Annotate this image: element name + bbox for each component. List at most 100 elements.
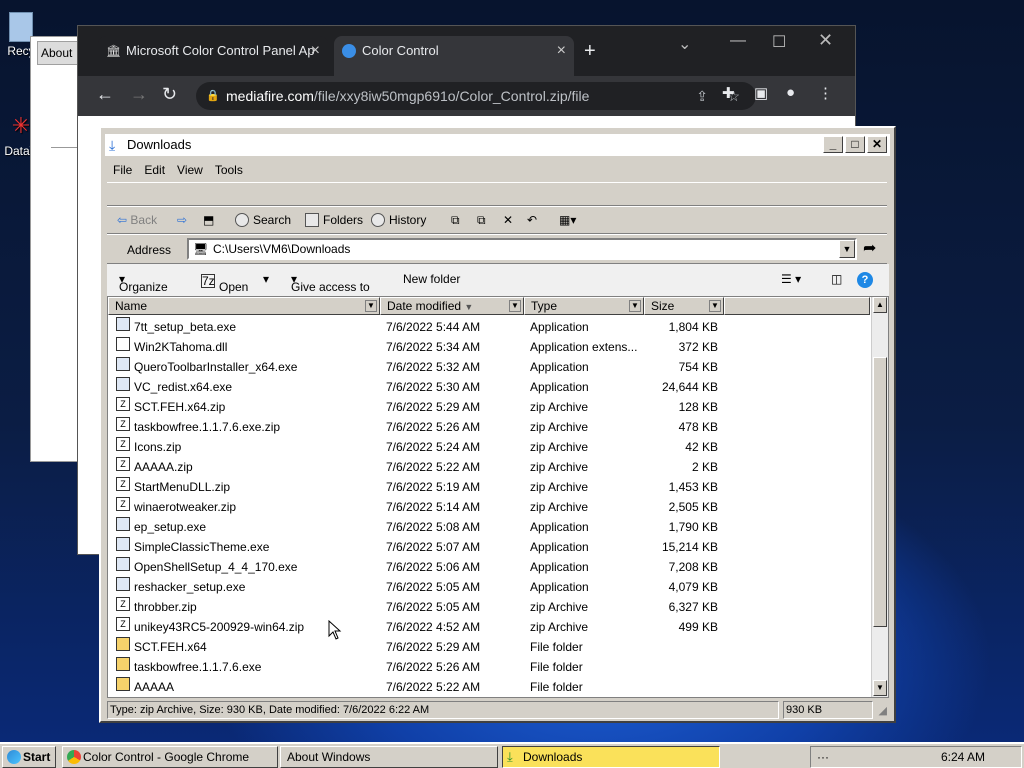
file-row[interactable]: Z SCT.FEH.x64.zip 7/6/2022 5:29 AM zip Arch… xyxy=(108,397,868,417)
preview-pane-icon[interactable]: ◫ xyxy=(831,272,842,286)
scroll-down-icon[interactable]: ▼ xyxy=(873,680,887,696)
tab-title: Microsoft Color Control Panel Ap xyxy=(126,43,315,58)
maximize-button[interactable]: □ xyxy=(845,136,865,153)
forward-arrow-icon[interactable]: ⇨ xyxy=(177,211,187,229)
scrollbar-thumb[interactable] xyxy=(873,357,887,627)
side-panel-icon[interactable]: ▣ xyxy=(754,84,768,102)
maximize-icon[interactable]: ☐ xyxy=(772,32,786,52)
file-row[interactable]: Zthrobber.zip 7/6/2022 5:05 AM zip Archive… xyxy=(108,597,868,617)
chevron-down-icon[interactable]: ▼ xyxy=(839,240,855,258)
delete-icon[interactable]: ✕ xyxy=(503,211,513,229)
up-folder-icon[interactable]: ⬒ xyxy=(203,211,214,229)
extensions-icon[interactable]: ✚ xyxy=(722,84,735,102)
file-row[interactable]: Zwinaerotweaker.zip 7/6/2022 5:14 AM zip A… xyxy=(108,497,868,517)
chrome-tab-color-control-panel[interactable]: 🏛 Microsoft Color Control Panel Ap × xyxy=(98,36,328,76)
file-row[interactable]: Zunikey43RC5-200929-win64.zip 7/6/2022 4:… xyxy=(108,617,868,637)
help-icon[interactable]: ? xyxy=(857,272,873,288)
menu-edit[interactable]: Edit xyxy=(138,160,171,180)
file-date-modified: 7/6/2022 5:05 AM xyxy=(386,580,481,594)
column-header-name[interactable]: Name ▼ xyxy=(108,297,380,315)
close-icon[interactable]: ✕ xyxy=(818,30,833,51)
view-options-icon[interactable]: ☰ ▾ xyxy=(781,272,801,286)
taskbar-item-about-windows[interactable]: About Windows xyxy=(280,746,498,768)
more-menu-icon[interactable]: ⋮ xyxy=(818,84,833,102)
folders-button[interactable]: Folders xyxy=(305,211,363,229)
share-icon[interactable]: ⇪ xyxy=(696,82,708,110)
file-row[interactable]: QueroToolbarInstaller_x64.exe 7/6/2022 5:… xyxy=(108,357,868,377)
go-arrow-icon[interactable]: ➦ xyxy=(863,240,876,258)
chevron-down-icon[interactable]: ▼ xyxy=(629,300,641,312)
chevron-down-icon[interactable]: ▼ xyxy=(365,300,377,312)
back-button[interactable]: ⇦ Back xyxy=(117,211,157,229)
open-dropdown-icon[interactable]: ▾ xyxy=(263,272,269,286)
file-row[interactable]: Z AAAAA.zip 7/6/2022 5:22 AM zip Archive 2 K… xyxy=(108,457,868,477)
file-row[interactable]: VC_redist.x64.exe 7/6/2022 5:30 AM Applica… xyxy=(108,377,868,397)
file-list: Name ▼ Date modified ▼ ▼ Type ▼ Size ▼ 7tt_s… xyxy=(107,296,889,698)
zip-archive-icon: Z xyxy=(116,417,130,431)
history-button[interactable]: History xyxy=(371,211,426,229)
file-type: zip Archive xyxy=(530,600,589,614)
file-row[interactable]: reshacker_setup.exe 7/6/2022 5:05 AM Appli… xyxy=(108,577,868,597)
close-icon[interactable]: × xyxy=(311,36,320,66)
profile-icon[interactable]: ● xyxy=(786,84,795,101)
file-row[interactable]: taskbowfree.1.1.7.6.exe 7/6/2022 5:26 AM F… xyxy=(108,657,868,677)
chrome-tab-color-control[interactable]: Color Control × xyxy=(334,36,574,76)
menu-tools[interactable]: Tools xyxy=(209,160,249,180)
column-header-date-modified[interactable]: Date modified ▼ ▼ xyxy=(380,297,524,315)
file-row[interactable]: OpenShellSetup_4_4_170.exe 7/6/2022 5:06 … xyxy=(108,557,868,577)
new-folder-button[interactable]: New folder xyxy=(403,272,460,286)
forward-arrow-icon[interactable]: → xyxy=(130,84,148,105)
minimize-icon[interactable]: — xyxy=(730,32,746,50)
clock[interactable]: 6:24 AM xyxy=(941,747,985,767)
back-arrow-icon[interactable]: ← xyxy=(96,84,114,105)
search-button[interactable]: Search xyxy=(235,211,291,229)
file-row[interactable]: SCT.FEH.x64 7/6/2022 5:29 AM File folder xyxy=(108,637,868,657)
new-tab-icon[interactable]: + xyxy=(584,40,596,63)
copy-to-icon[interactable]: ⧉ xyxy=(477,211,486,229)
resize-grip-icon[interactable]: ◢ xyxy=(879,703,887,719)
file-row[interactable]: Z Icons.zip 7/6/2022 5:24 AM zip Archive 42 … xyxy=(108,437,868,457)
file-row[interactable]: Z StartMenuDLL.zip 7/6/2022 5:19 AM zip Arc… xyxy=(108,477,868,497)
taskbar-item-downloads[interactable]: ⤓ Downloads xyxy=(502,746,720,768)
views-icon[interactable]: ▦▾ xyxy=(559,211,576,229)
file-date-modified: 7/6/2022 5:08 AM xyxy=(386,520,481,534)
chevron-down-icon[interactable]: ⌄ xyxy=(678,34,691,54)
reload-icon[interactable]: ↻ xyxy=(162,84,177,105)
give-access-button[interactable]: Give access to ▾ xyxy=(291,272,370,294)
file-size: 6,327 KB xyxy=(668,600,718,614)
open-button[interactable]: 7z Open xyxy=(201,272,248,294)
file-row[interactable]: ep_setup.exe 7/6/2022 5:08 AM Application 1… xyxy=(108,517,868,537)
file-type: Application xyxy=(530,520,589,534)
open-icon: 7z xyxy=(201,274,215,288)
close-button[interactable]: ✕ xyxy=(867,136,887,153)
column-header-type[interactable]: Type ▼ xyxy=(524,297,644,315)
file-size: 128 KB xyxy=(678,400,718,414)
file-row[interactable]: AAAAA 7/6/2022 5:22 AM File folder xyxy=(108,677,868,697)
minimize-button[interactable]: _ xyxy=(823,136,843,153)
zip-archive-icon: Z xyxy=(116,397,130,411)
organize-button[interactable]: Organize ▾ xyxy=(119,272,168,294)
file-row[interactable]: SimpleClassicTheme.exe 7/6/2022 5:07 AM Ap… xyxy=(108,537,868,557)
column-header-size[interactable]: Size ▼ xyxy=(644,297,724,315)
menu-file[interactable]: File xyxy=(107,160,138,180)
chevron-down-icon[interactable]: ▼ xyxy=(509,300,521,312)
tray-overflow-icon[interactable]: ··· xyxy=(817,747,829,767)
file-name: AAAAA.zip xyxy=(134,460,193,474)
file-row[interactable]: Ztaskbowfree.1.1.7.6.exe.zip 7/6/2022 5:2… xyxy=(108,417,868,437)
address-bar[interactable]: 🔒 mediafire.com/file/xxy8iw50mgp691o/Col… xyxy=(196,82,756,110)
taskbar-item-chrome[interactable]: Color Control - Google Chrome xyxy=(62,746,278,768)
file-type: File folder xyxy=(530,640,583,654)
close-icon[interactable]: × xyxy=(557,36,566,66)
undo-icon[interactable]: ↶ xyxy=(527,211,537,229)
scroll-up-icon[interactable]: ▲ xyxy=(873,297,887,313)
chevron-down-icon[interactable]: ▼ xyxy=(709,300,721,312)
vertical-scrollbar[interactable]: ▲ ▼ xyxy=(871,297,888,697)
window-title-bar[interactable]: ⤓ Downloads xyxy=(105,134,890,156)
move-to-icon[interactable]: ⧉ xyxy=(451,211,460,229)
about-tab[interactable]: About xyxy=(37,41,81,65)
file-row[interactable]: 7tt_setup_beta.exe 7/6/2022 5:44 AM Applic… xyxy=(108,317,868,337)
menu-view[interactable]: View xyxy=(171,160,209,180)
file-row[interactable]: Win2KTahoma.dll 7/6/2022 5:34 AM Applicati… xyxy=(108,337,868,357)
start-button[interactable]: Start xyxy=(2,746,56,768)
address-field[interactable]: 🖥 C:\Users\VM6\Downloads ▼ xyxy=(187,238,857,260)
